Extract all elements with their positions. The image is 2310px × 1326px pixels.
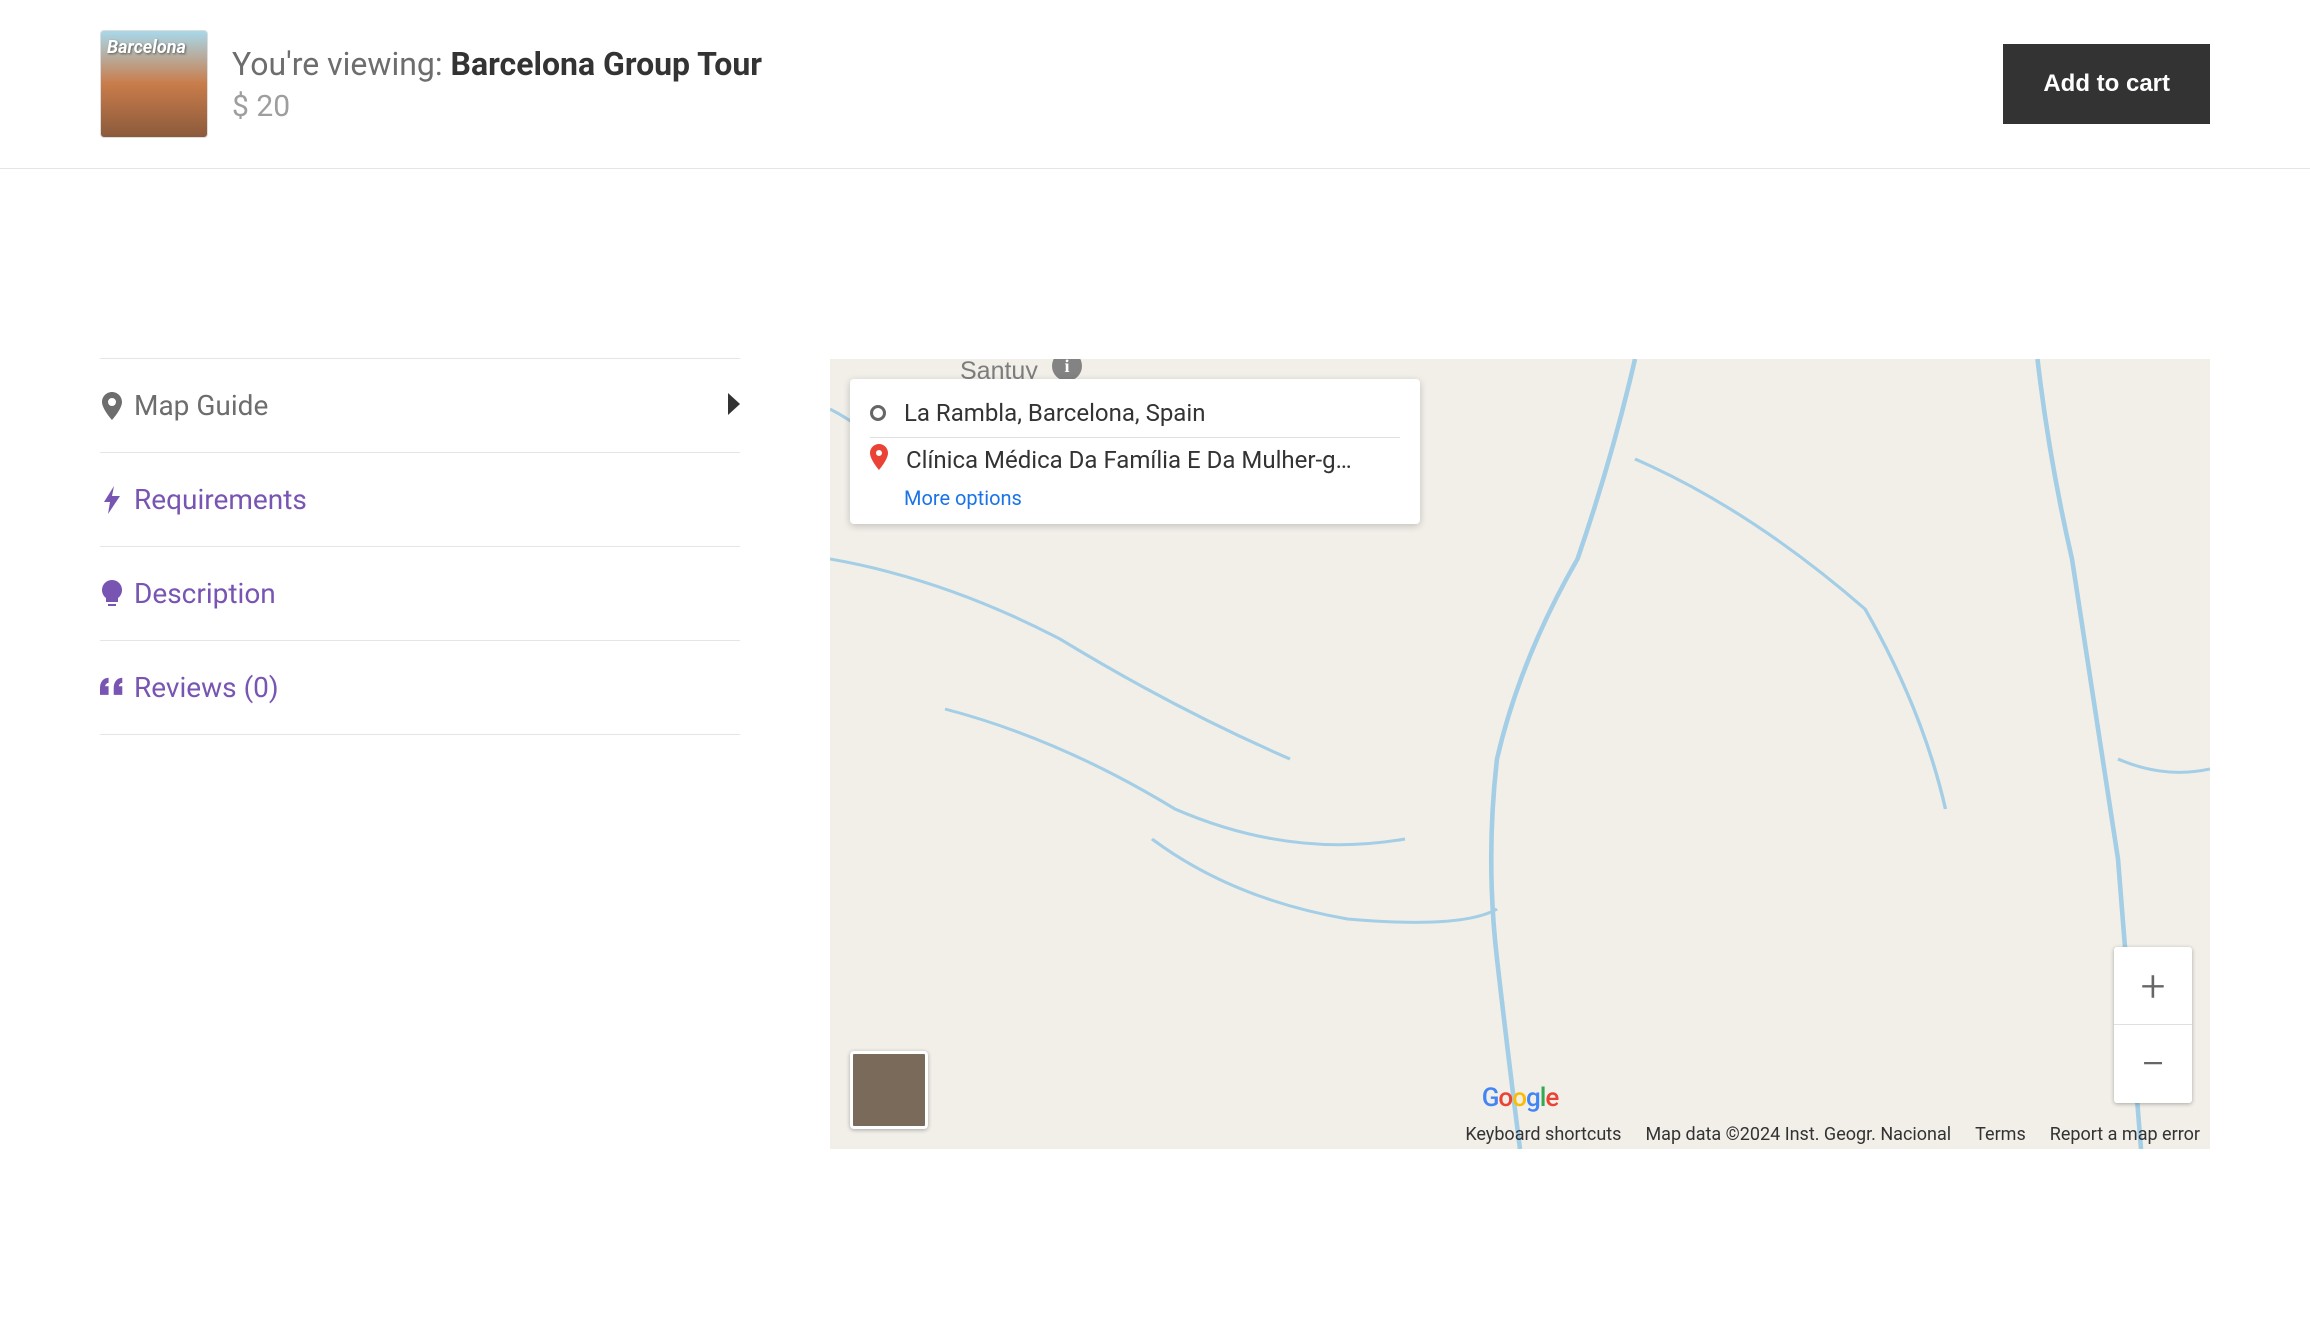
terms-link[interactable]: Terms [1975, 1124, 2026, 1145]
product-thumbnail[interactable]: Barcelona [100, 30, 208, 138]
product-price: $ 20 [232, 89, 1979, 124]
viewing-prefix: You're viewing: [232, 45, 451, 83]
map-canvas[interactable]: Santuy i La Rambla, Barcelona, Spain Clí… [830, 359, 2210, 1149]
satellite-toggle-button[interactable] [850, 1051, 928, 1129]
quote-icon [100, 676, 124, 700]
product-title: Barcelona Group Tour [451, 45, 762, 83]
tab-description[interactable]: Description [100, 546, 740, 641]
google-logo[interactable]: Google [1482, 1083, 1559, 1113]
tab-reviews[interactable]: Reviews (0) [100, 640, 740, 735]
map-footer: Keyboard shortcuts Map data ©2024 Inst. … [1465, 1124, 2200, 1145]
viewing-bar: Barcelona You're viewing: Barcelona Grou… [0, 0, 2310, 169]
zoom-in-button[interactable]: + [2114, 947, 2192, 1025]
chevron-right-icon [726, 389, 740, 422]
map-pin-icon [100, 392, 124, 420]
report-error-link[interactable]: Report a map error [2050, 1124, 2200, 1145]
direction-origin-row[interactable]: La Rambla, Barcelona, Spain [870, 393, 1400, 438]
tab-label: Map Guide [134, 389, 268, 422]
origin-circle-icon [870, 405, 886, 421]
tab-map-guide[interactable]: Map Guide [100, 358, 740, 453]
tabs-sidebar: Map Guide Requirements Description Revie… [100, 359, 740, 1149]
destination-text: Clínica Médica Da Família E Da Mulher-g… [906, 446, 1352, 474]
destination-pin-icon [870, 444, 888, 476]
direction-destination-row[interactable]: Clínica Médica Da Família E Da Mulher-g… [870, 438, 1400, 482]
zoom-controls: + − [2114, 947, 2192, 1103]
origin-text: La Rambla, Barcelona, Spain [904, 399, 1205, 427]
keyboard-shortcuts-link[interactable]: Keyboard shortcuts [1465, 1124, 1621, 1145]
lightbulb-icon [100, 580, 124, 608]
product-info: You're viewing: Barcelona Group Tour $ 2… [232, 45, 1979, 124]
add-to-cart-button[interactable]: Add to cart [2003, 44, 2210, 124]
tab-label: Reviews (0) [134, 671, 279, 704]
thumbnail-overlay-text: Barcelona [107, 37, 186, 58]
tab-label: Description [134, 577, 276, 610]
zoom-out-button[interactable]: − [2114, 1025, 2192, 1103]
directions-card: La Rambla, Barcelona, Spain Clínica Médi… [850, 379, 1420, 524]
tab-requirements[interactable]: Requirements [100, 452, 740, 547]
bolt-icon [100, 486, 124, 514]
more-options-link[interactable]: More options [904, 486, 1400, 510]
map-data-text: Map data ©2024 Inst. Geogr. Nacional [1645, 1124, 1951, 1145]
tab-label: Requirements [134, 483, 307, 516]
